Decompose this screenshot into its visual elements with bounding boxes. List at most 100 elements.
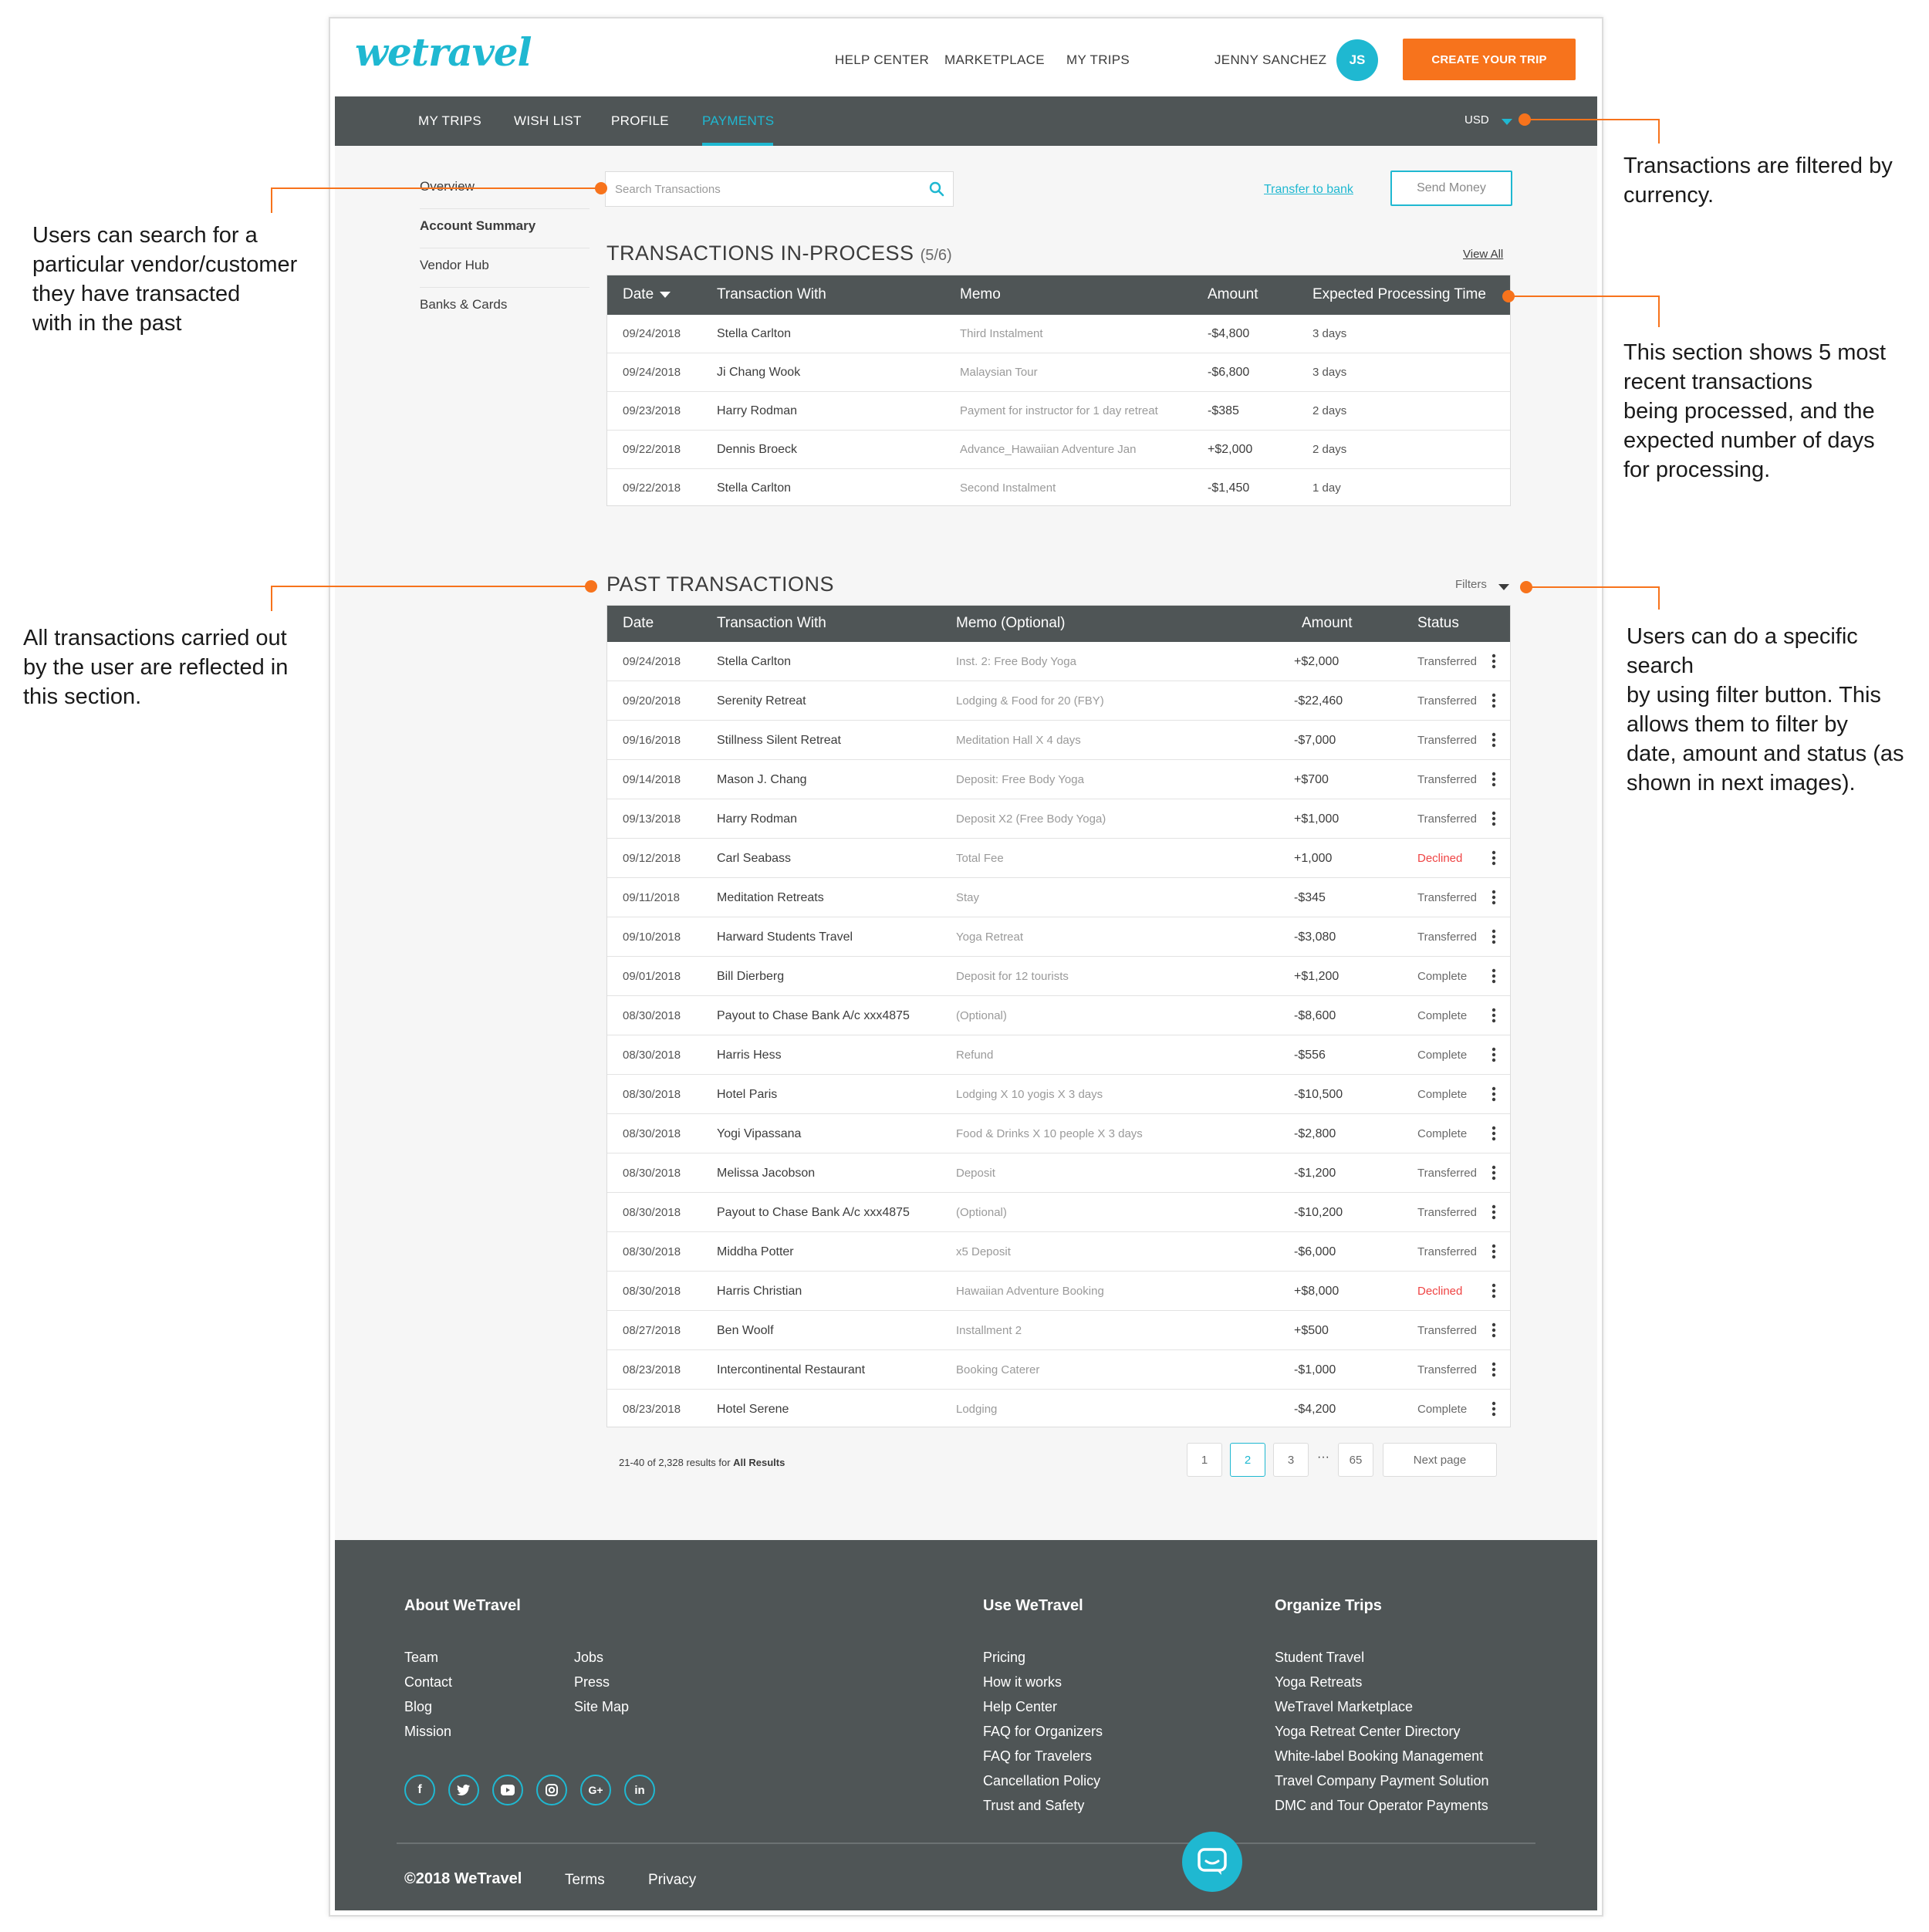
more-options-icon[interactable] xyxy=(1492,1361,1496,1381)
table-row[interactable]: 09/22/2018 Dennis Broeck Advance_Hawaiian … xyxy=(607,431,1510,469)
col-memo[interactable]: Memo xyxy=(960,286,1001,303)
row-transaction-with[interactable]: Stella Carlton xyxy=(717,327,791,341)
table-row[interactable]: 08/30/2018 Middha Potter x5 Deposit -$6,000… xyxy=(607,1232,1510,1272)
table-row[interactable]: 08/30/2018 Payout to Chase Bank A/c xxx48… xyxy=(607,996,1510,1035)
table-row[interactable]: 09/24/2018 Stella Carlton Inst. 2: Free Bo… xyxy=(607,642,1510,681)
row-transaction-with[interactable]: Harry Rodman xyxy=(717,404,797,418)
col-memo[interactable]: Memo (Optional) xyxy=(956,615,1066,632)
twitter-icon[interactable] xyxy=(448,1775,479,1805)
search-input[interactable] xyxy=(615,180,924,198)
row-transaction-with[interactable]: Ji Chang Wook xyxy=(717,366,800,380)
row-transaction-with[interactable]: Bill Dierberg xyxy=(717,970,784,984)
table-row[interactable]: 09/20/2018 Serenity Retreat Lodging & Food… xyxy=(607,681,1510,721)
table-row[interactable]: 08/23/2018 Hotel Serene Lodging -$4,200 Comp… xyxy=(607,1390,1510,1429)
currency-selector[interactable]: USD xyxy=(1464,113,1489,127)
more-options-icon[interactable] xyxy=(1492,1243,1496,1263)
footer-link-pricing[interactable]: Pricing xyxy=(983,1650,1103,1674)
footer-link-press[interactable]: Press xyxy=(574,1674,629,1699)
more-options-icon[interactable] xyxy=(1492,968,1496,988)
more-options-icon[interactable] xyxy=(1492,810,1496,830)
footer-link-contact[interactable]: Contact xyxy=(404,1674,452,1699)
footer-link-white-label[interactable]: White-label Booking Management xyxy=(1275,1748,1488,1773)
row-transaction-with[interactable]: Hotel Paris xyxy=(717,1088,777,1102)
more-options-icon[interactable] xyxy=(1492,849,1496,870)
footer-link-marketplace[interactable]: WeTravel Marketplace xyxy=(1275,1699,1488,1724)
table-row[interactable]: 09/23/2018 Harry Rodman Payment for instru… xyxy=(607,392,1510,431)
send-money-button[interactable]: Send Money xyxy=(1390,171,1512,206)
nav-help-center[interactable]: HELP CENTER xyxy=(835,52,929,68)
footer-link-dmc-payments[interactable]: DMC and Tour Operator Payments xyxy=(1275,1798,1488,1822)
row-transaction-with[interactable]: Middha Potter xyxy=(717,1245,794,1259)
row-transaction-with[interactable]: Stella Carlton xyxy=(717,481,791,495)
col-expected-time[interactable]: Expected Processing Time xyxy=(1312,286,1486,303)
row-transaction-with[interactable]: Harward Students Travel xyxy=(717,931,853,944)
row-transaction-with[interactable]: Melissa Jacobson xyxy=(717,1167,815,1180)
col-transaction-with[interactable]: Transaction With xyxy=(717,286,826,303)
footer-link-student-travel[interactable]: Student Travel xyxy=(1275,1650,1488,1674)
user-name[interactable]: JENNY SANCHEZ xyxy=(1214,52,1326,68)
more-options-icon[interactable] xyxy=(1492,731,1496,752)
tab-my-trips[interactable]: MY TRIPS xyxy=(418,113,481,129)
youtube-icon[interactable] xyxy=(492,1775,523,1805)
row-transaction-with[interactable]: Stella Carlton xyxy=(717,655,791,669)
more-options-icon[interactable] xyxy=(1492,1007,1496,1027)
table-row[interactable]: 09/11/2018 Meditation Retreats Stay -$345 Tr… xyxy=(607,878,1510,917)
table-row[interactable]: 08/30/2018 Yogi Vipassana Food & Drinks X … xyxy=(607,1114,1510,1153)
more-options-icon[interactable] xyxy=(1492,1046,1496,1066)
filters-button[interactable]: Filters xyxy=(1455,578,1487,591)
more-options-icon[interactable] xyxy=(1492,1125,1496,1145)
table-row[interactable]: 09/14/2018 Mason J. Chang Deposit: Free Bo… xyxy=(607,760,1510,799)
more-options-icon[interactable] xyxy=(1492,1164,1496,1184)
footer-link-help-center[interactable]: Help Center xyxy=(983,1699,1103,1724)
table-row[interactable]: 09/12/2018 Carl Seabass Total Fee +1,000 Dec… xyxy=(607,839,1510,878)
chevron-down-icon[interactable] xyxy=(1498,584,1509,590)
more-options-icon[interactable] xyxy=(1492,889,1496,909)
footer-link-faq-travelers[interactable]: FAQ for Travelers xyxy=(983,1748,1103,1773)
row-transaction-with[interactable]: Stillness Silent Retreat xyxy=(717,734,841,748)
chevron-down-icon[interactable] xyxy=(1502,119,1512,125)
footer-link-trust-safety[interactable]: Trust and Safety xyxy=(983,1798,1103,1822)
more-options-icon[interactable] xyxy=(1492,928,1496,948)
table-row[interactable]: 09/16/2018 Stillness Silent Retreat Medita… xyxy=(607,721,1510,760)
footer-link-site-map[interactable]: Site Map xyxy=(574,1699,629,1724)
table-row[interactable]: 08/30/2018 Harris Christian Hawaiian Adven… xyxy=(607,1272,1510,1311)
footer-link-yoga-retreats[interactable]: Yoga Retreats xyxy=(1275,1674,1488,1699)
row-transaction-with[interactable]: Intercontinental Restaurant xyxy=(717,1363,865,1377)
next-page-button[interactable]: Next page xyxy=(1383,1443,1497,1477)
more-options-icon[interactable] xyxy=(1492,692,1496,712)
footer-link-payment-solution[interactable]: Travel Company Payment Solution xyxy=(1275,1773,1488,1798)
more-options-icon[interactable] xyxy=(1492,1204,1496,1224)
table-row[interactable]: 08/30/2018 Payout to Chase Bank A/c xxx48… xyxy=(607,1193,1510,1232)
table-row[interactable]: 08/23/2018 Intercontinental Restaurant Boo… xyxy=(607,1350,1510,1390)
row-transaction-with[interactable]: Mason J. Chang xyxy=(717,773,807,787)
more-options-icon[interactable] xyxy=(1492,1282,1496,1302)
linkedin-icon[interactable]: in xyxy=(624,1775,655,1805)
row-transaction-with[interactable]: Carl Seabass xyxy=(717,852,791,866)
table-row[interactable]: 08/30/2018 Hotel Paris Lodging X 10 yogis … xyxy=(607,1075,1510,1114)
sidebar-item-overview[interactable]: Overview xyxy=(420,170,590,209)
instagram-icon[interactable] xyxy=(536,1775,567,1805)
footer-link-terms[interactable]: Terms xyxy=(565,1872,605,1889)
col-date[interactable]: Date xyxy=(623,286,671,303)
footer-link-cancellation-policy[interactable]: Cancellation Policy xyxy=(983,1773,1103,1798)
footer-link-how-it-works[interactable]: How it works xyxy=(983,1674,1103,1699)
row-transaction-with[interactable]: Harris Christian xyxy=(717,1285,802,1299)
row-transaction-with[interactable]: Serenity Retreat xyxy=(717,694,806,708)
footer-link-faq-organizers[interactable]: FAQ for Organizers xyxy=(983,1724,1103,1748)
table-row[interactable]: 09/10/2018 Harward Students Travel Yoga Re… xyxy=(607,917,1510,957)
create-trip-button[interactable]: CREATE YOUR TRIP xyxy=(1403,39,1576,80)
row-transaction-with[interactable]: Meditation Retreats xyxy=(717,891,824,905)
sort-caret-icon[interactable] xyxy=(660,291,671,298)
footer-link-blog[interactable]: Blog xyxy=(404,1699,452,1724)
more-options-icon[interactable] xyxy=(1492,653,1496,673)
col-transaction-with[interactable]: Transaction With xyxy=(717,615,826,632)
row-transaction-with[interactable]: Ben Woolf xyxy=(717,1324,774,1338)
sidebar-item-banks-cards[interactable]: Banks & Cards xyxy=(420,288,590,327)
row-transaction-with[interactable]: Dennis Broeck xyxy=(717,443,797,457)
transfer-to-bank-link[interactable]: Transfer to bank xyxy=(1264,183,1353,197)
tab-wish-list[interactable]: WISH LIST xyxy=(514,113,582,129)
footer-link-retreat-directory[interactable]: Yoga Retreat Center Directory xyxy=(1275,1724,1488,1748)
table-row[interactable]: 09/13/2018 Harry Rodman Deposit X2 (Free B… xyxy=(607,799,1510,839)
more-options-icon[interactable] xyxy=(1492,1400,1496,1420)
table-row[interactable]: 08/30/2018 Melissa Jacobson Deposit -$1,200… xyxy=(607,1153,1510,1193)
